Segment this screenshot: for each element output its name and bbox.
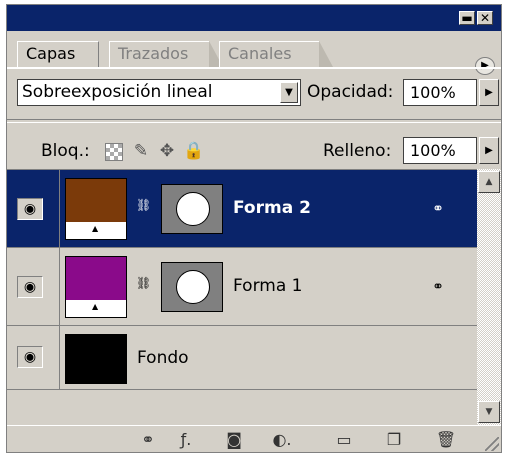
layer-row-forma-2[interactable]: ◉ ⛓ Forma 2 ⚭	[7, 170, 477, 248]
layer-name[interactable]: Fondo	[137, 348, 189, 368]
thumbnail-bar	[66, 222, 126, 239]
layer-thumbnail	[65, 256, 127, 318]
bottom-toolbar: ⚭ ƒ. ◙ ◐. ▭ ❐ 🗑	[7, 425, 501, 453]
scroll-down-button[interactable]: ▼	[478, 401, 500, 423]
blend-row: Sobreexposición lineal ▼ Opacidad: 100% …	[17, 77, 499, 107]
chevron-down-icon[interactable]: ▼	[280, 82, 298, 103]
divider	[7, 119, 501, 123]
fill-input[interactable]: 100%	[403, 137, 477, 164]
circle-shape	[176, 270, 210, 304]
close-button[interactable]: ✕	[477, 11, 493, 25]
link-layers-icon[interactable]: ⚭	[135, 430, 161, 450]
scroll-up-button[interactable]: ▲	[478, 171, 500, 193]
eye-icon[interactable]: ◉	[17, 276, 43, 298]
thumbnail-bar	[66, 300, 126, 317]
eye-icon[interactable]: ◉	[17, 198, 43, 220]
divider	[59, 326, 60, 389]
lock-image-pixels-icon[interactable]: ✎	[131, 141, 151, 161]
layer-row-fondo[interactable]: ◉ Fondo	[7, 326, 477, 390]
mask-link-icon[interactable]: ⛓	[136, 274, 151, 292]
vector-mask-thumbnail[interactable]	[161, 184, 223, 234]
layer-style-icon[interactable]: ƒ.	[173, 430, 199, 450]
layer-name[interactable]: Forma 1	[233, 276, 302, 296]
lock-all-icon[interactable]: 🔒	[183, 141, 204, 161]
fill-slider-button[interactable]: ▶	[479, 137, 499, 164]
trash-icon[interactable]: 🗑	[435, 430, 457, 450]
blend-mode-value: Sobreexposición lineal	[22, 82, 213, 102]
divider	[59, 248, 60, 325]
eye-icon[interactable]: ◉	[17, 346, 43, 368]
lock-label: Bloq.:	[41, 141, 90, 161]
minimize-button[interactable]: ▬	[459, 11, 475, 25]
layer-thumbnail	[65, 178, 127, 240]
new-layer-icon[interactable]: ❐	[383, 430, 405, 450]
color-fill	[66, 179, 126, 222]
resize-grip[interactable]	[485, 437, 499, 451]
empty-layer-area	[7, 390, 477, 426]
layer-mask-icon[interactable]: ◙	[223, 430, 245, 450]
mask-link-icon[interactable]: ⛓	[136, 196, 151, 214]
layer-thumbnail	[65, 334, 127, 384]
tab-trazados[interactable]: Trazados	[109, 41, 223, 67]
lock-transparent-pixels-icon[interactable]	[105, 143, 123, 161]
link-icon: ⚭	[432, 279, 444, 295]
circle-shape	[176, 192, 210, 226]
panel-title-bar[interactable]: ▬ ✕	[7, 5, 501, 31]
divider	[59, 170, 60, 247]
layers-scrollbar[interactable]: ▲ ▼	[477, 169, 501, 425]
fill-label: Relleno:	[323, 141, 392, 161]
blend-mode-select[interactable]: Sobreexposición lineal ▼	[17, 79, 301, 106]
color-fill	[66, 257, 126, 300]
opacity-label: Opacidad:	[307, 82, 394, 102]
layer-name[interactable]: Forma 2	[233, 198, 311, 218]
panel-menu-button[interactable]: ▶	[475, 57, 495, 75]
lock-position-icon[interactable]: ✥	[157, 141, 177, 161]
link-icon: ⚭	[432, 201, 444, 217]
layer-row-forma-1[interactable]: ◉ ⛓ Forma 1 ⚭	[7, 248, 477, 326]
layers-panel: ▬ ✕ Capas Trazados Canales ▶ Sobreexposi…	[6, 4, 502, 453]
tab-underline	[7, 67, 501, 69]
layers-list: ◉ ⛓ Forma 2 ⚭ ◉ ⛓ Forma	[7, 169, 477, 426]
opacity-input[interactable]: 100%	[403, 79, 477, 106]
vector-mask-thumbnail[interactable]	[161, 262, 223, 312]
new-group-icon[interactable]: ▭	[333, 430, 355, 450]
panel-tabs: Capas Trazados Canales ▶	[7, 31, 501, 75]
tab-canales[interactable]: Canales	[219, 41, 333, 67]
tab-capas[interactable]: Capas	[17, 41, 99, 67]
opacity-slider-button[interactable]: ▶	[479, 79, 499, 106]
adjustment-layer-icon[interactable]: ◐.	[269, 430, 295, 450]
